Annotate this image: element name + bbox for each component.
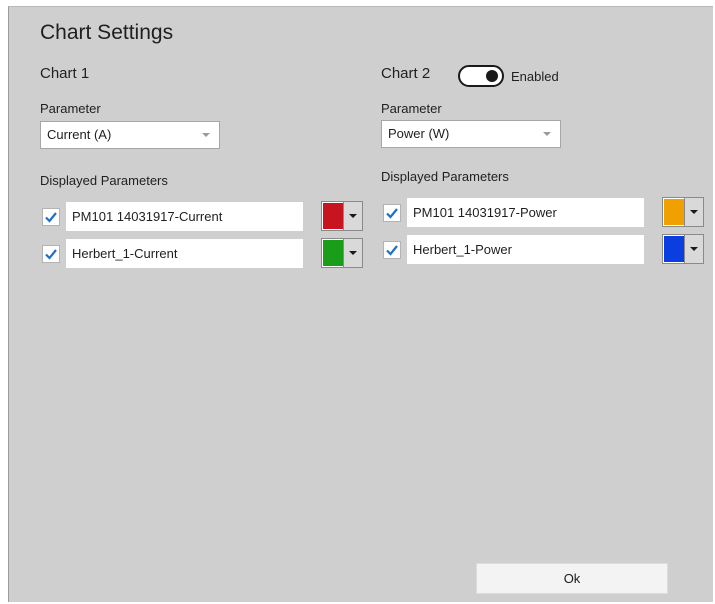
ok-button[interactable]: Ok bbox=[476, 563, 668, 594]
color-dropdown-button[interactable] bbox=[684, 198, 703, 226]
color-swatch bbox=[664, 199, 685, 225]
chevron-down-icon bbox=[202, 133, 210, 137]
chart1-item1-color-picker[interactable] bbox=[321, 201, 363, 231]
chart1-item2-checkbox[interactable] bbox=[42, 245, 60, 263]
chevron-down-icon bbox=[543, 132, 551, 136]
chart2-item2-checkbox[interactable] bbox=[383, 241, 401, 259]
toggle-knob bbox=[486, 70, 498, 82]
chart2-item2-field[interactable]: Herbert_1-Power bbox=[407, 235, 644, 264]
chart1-item2-color-picker[interactable] bbox=[321, 238, 363, 268]
check-icon bbox=[45, 212, 57, 223]
color-dropdown-button[interactable] bbox=[343, 239, 362, 267]
chart2-item1-field[interactable]: PM101 14031917-Power bbox=[407, 198, 644, 227]
chart2-enabled-toggle[interactable] bbox=[458, 65, 504, 87]
chart1-item1-field[interactable]: PM101 14031917-Current bbox=[66, 202, 303, 231]
caret-down-icon bbox=[690, 247, 698, 251]
chart2-item1-checkbox[interactable] bbox=[383, 204, 401, 222]
chart1-heading: Chart 1 bbox=[40, 65, 90, 82]
caret-down-icon bbox=[349, 251, 357, 255]
check-icon bbox=[386, 245, 398, 256]
chart2-parameter-value: Power (W) bbox=[388, 126, 450, 141]
check-icon bbox=[45, 249, 57, 260]
chart2-parameter-label: Parameter bbox=[381, 101, 442, 116]
caret-down-icon bbox=[349, 214, 357, 218]
chart1-item1-checkbox[interactable] bbox=[42, 208, 60, 226]
chart1-item2-field[interactable]: Herbert_1-Current bbox=[66, 239, 303, 268]
chart2-toggle-label: Enabled bbox=[511, 69, 559, 84]
caret-down-icon bbox=[690, 210, 698, 214]
chart2-parameter-select[interactable]: Power (W) bbox=[381, 120, 561, 148]
color-swatch bbox=[323, 203, 344, 229]
chart1-displayed-parameters-label: Displayed Parameters bbox=[40, 173, 168, 188]
chart2-heading: Chart 2 bbox=[381, 65, 431, 82]
check-icon bbox=[386, 208, 398, 219]
dialog-title: Chart Settings bbox=[40, 21, 174, 44]
chart2-item2-color-picker[interactable] bbox=[662, 234, 704, 264]
chart2-displayed-parameters-label: Displayed Parameters bbox=[381, 169, 509, 184]
color-swatch bbox=[323, 240, 344, 266]
color-dropdown-button[interactable] bbox=[684, 235, 703, 263]
color-swatch bbox=[664, 236, 685, 262]
color-dropdown-button[interactable] bbox=[343, 202, 362, 230]
chart1-parameter-label: Parameter bbox=[40, 101, 101, 116]
chart-settings-dialog: Chart Settings Chart 1 Parameter Current… bbox=[8, 6, 713, 602]
chart2-item1-color-picker[interactable] bbox=[662, 197, 704, 227]
chart1-parameter-select[interactable]: Current (A) bbox=[40, 121, 220, 149]
chart1-parameter-value: Current (A) bbox=[47, 127, 112, 142]
